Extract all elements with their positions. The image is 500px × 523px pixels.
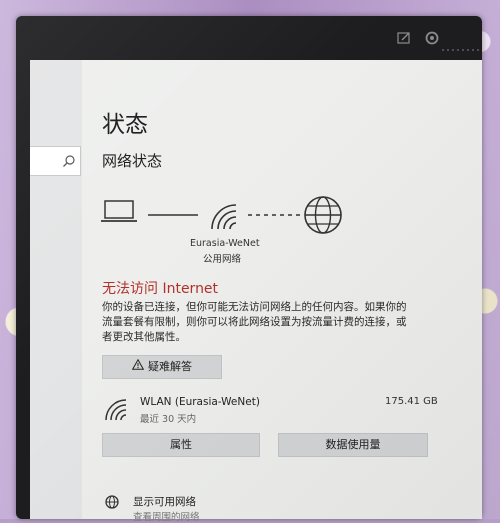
navigation-pane — [30, 60, 82, 519]
network-name: Eurasia-WeNet — [190, 238, 260, 249]
search-icon — [62, 153, 76, 167]
available-networks-subtitle: 查看周围的网络 — [133, 512, 200, 523]
search-input[interactable] — [30, 146, 81, 176]
description-line: 者更改其他属性。 — [102, 331, 186, 343]
connection-status-title: 无法访问 Internet — [102, 281, 219, 297]
connection-status-description: 你的设备已连接，但你可能无法访问网络上的任何内容。如果你的 流量套餐有限制，则你… — [102, 300, 432, 345]
show-available-networks-link[interactable]: 显示可用网络 — [133, 494, 196, 509]
title-bar-controls — [396, 30, 482, 51]
page-title: 状态 — [102, 112, 148, 138]
troubleshoot-button[interactable]: 疑难解答 — [102, 355, 222, 379]
settings-icon[interactable] — [424, 30, 440, 50]
connection-period: 最近 30 天内 — [140, 414, 197, 425]
connection-name: WLAN (Eurasia-WeNet) — [140, 396, 260, 408]
wifi-icon — [104, 398, 130, 422]
data-used: 175.41 GB — [385, 396, 438, 407]
available-networks-icon[interactable] — [102, 495, 122, 515]
network-type: 公用网络 — [203, 254, 242, 265]
warning-icon — [131, 356, 145, 378]
data-usage-button[interactable]: 数据使用量 — [278, 433, 428, 457]
globe-icon — [304, 196, 342, 234]
properties-button[interactable]: 属性 — [102, 433, 260, 457]
pen-icon[interactable] — [396, 30, 412, 50]
section-title: 网络状态 — [102, 152, 163, 170]
description-line: 你的设备已连接，但你可能无法访问网络上的任何内容。如果你的 — [102, 301, 407, 313]
wifi-icon — [211, 204, 237, 230]
troubleshoot-label: 疑难解答 — [148, 360, 192, 373]
description-line: 流量套餐有限制，则你可以将此网络设置为按流量计费的连接，或 — [102, 316, 407, 328]
dotted-separator — [442, 37, 482, 56]
laptop-icon — [101, 200, 137, 222]
